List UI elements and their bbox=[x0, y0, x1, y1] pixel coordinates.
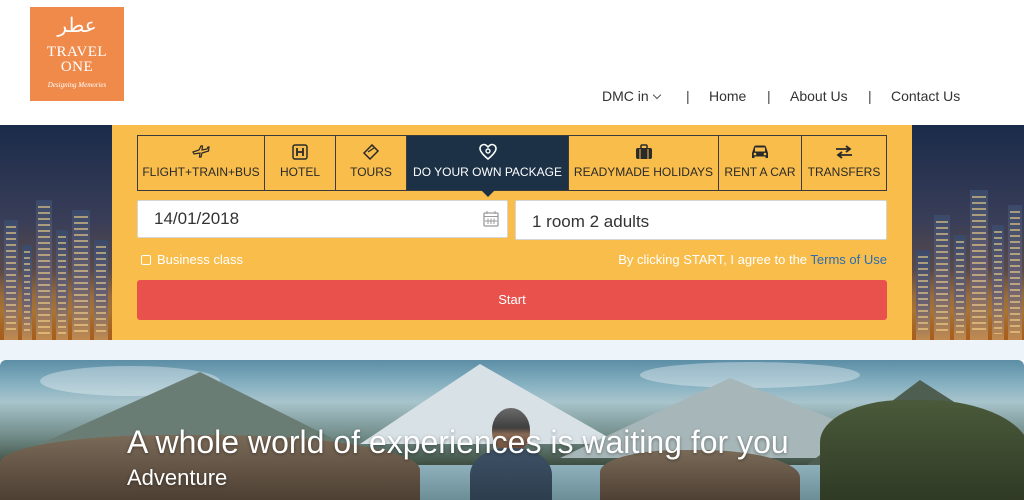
flight-train-bus-icon bbox=[192, 145, 210, 158]
skyline-building bbox=[4, 220, 18, 340]
tab-label: DO YOUR OWN PACKAGE bbox=[413, 165, 562, 179]
logo-name-line1: TRAVEL bbox=[46, 44, 108, 60]
skyline-building bbox=[22, 245, 32, 340]
skyline-building bbox=[94, 240, 108, 340]
rooms-guests-value: 1 room 2 adults bbox=[532, 212, 650, 231]
business-class-label: Business class bbox=[157, 252, 243, 267]
section-divider bbox=[0, 340, 1024, 360]
tab-label: TRANSFERS bbox=[807, 165, 881, 179]
chevron-down-icon bbox=[652, 90, 661, 100]
rooms-guests-field[interactable]: 1 room 2 adults bbox=[515, 200, 887, 240]
skyline-building bbox=[1008, 205, 1022, 340]
ticket-icon bbox=[362, 144, 380, 160]
tab-label: RENT A CAR bbox=[724, 165, 796, 179]
tab-label: TOURS bbox=[350, 165, 392, 179]
nav-item-dmc-label: DMC in bbox=[602, 88, 649, 104]
main-nav: DMC in | Home | About Us | Contact Us bbox=[0, 87, 1024, 105]
site-header: عطر TRAVEL ONE Designing Memories DMC in… bbox=[0, 0, 1024, 125]
skyline-building bbox=[954, 235, 966, 340]
feature-subtitle[interactable]: Adventure bbox=[127, 465, 227, 491]
transfer-arrows-icon bbox=[836, 145, 852, 159]
skyline-building bbox=[72, 210, 90, 340]
nav-separator: | bbox=[868, 88, 872, 104]
date-value: 14/01/2018 bbox=[154, 209, 240, 228]
city-skyline-left bbox=[0, 125, 112, 340]
skyline-building bbox=[36, 200, 52, 340]
nav-item-home[interactable]: Home bbox=[709, 87, 746, 105]
checkbox-box[interactable] bbox=[141, 255, 151, 265]
hillside bbox=[820, 400, 1024, 500]
hotel-icon bbox=[292, 144, 308, 160]
date-field[interactable]: 14/01/2018 bbox=[137, 200, 508, 238]
booking-tabs: FLIGHT+TRAIN+BUS HOTEL TOURS DO YOUR OWN… bbox=[137, 135, 887, 197]
skyline-building bbox=[934, 215, 950, 340]
nav-item-contact-us[interactable]: Contact Us bbox=[891, 87, 960, 105]
logo-name-line2: ONE bbox=[60, 59, 94, 75]
nav-item-dmc[interactable]: DMC in bbox=[602, 87, 661, 105]
logo-mark-icon: عطر bbox=[57, 13, 97, 37]
car-icon bbox=[752, 145, 768, 158]
tab-hotel[interactable]: HOTEL bbox=[265, 136, 336, 190]
city-skyline-right bbox=[912, 125, 1024, 340]
tab-do-your-own-package[interactable]: DO YOUR OWN PACKAGE bbox=[407, 136, 569, 197]
terms-text: By clicking START, I agree to the bbox=[618, 252, 808, 267]
terms-notice: By clicking START, I agree to the Terms … bbox=[618, 253, 887, 267]
skyline-building bbox=[56, 230, 68, 340]
nav-separator: | bbox=[686, 88, 690, 104]
skyline-building bbox=[992, 225, 1004, 340]
tab-transfers[interactable]: TRANSFERS bbox=[802, 136, 886, 190]
start-button[interactable]: Start bbox=[137, 280, 887, 320]
skyline-building bbox=[916, 250, 930, 340]
tab-readymade-holidays[interactable]: READYMADE HOLIDAYS bbox=[569, 136, 719, 190]
calendar-icon[interactable] bbox=[483, 210, 499, 227]
feature-title: A whole world of experiences is waiting … bbox=[127, 424, 789, 460]
terms-of-use-link[interactable]: Terms of Use bbox=[810, 252, 887, 267]
package-icon bbox=[478, 143, 497, 161]
tab-label: FLIGHT+TRAIN+BUS bbox=[142, 165, 260, 179]
suitcase-icon bbox=[635, 144, 652, 159]
tab-label: READYMADE HOLIDAYS bbox=[573, 165, 714, 179]
tab-tours[interactable]: TOURS bbox=[336, 136, 407, 190]
nav-item-about-us[interactable]: About Us bbox=[790, 87, 848, 105]
nav-separator: | bbox=[767, 88, 771, 104]
business-class-checkbox[interactable]: Business class bbox=[141, 253, 243, 267]
tab-label: HOTEL bbox=[279, 165, 320, 179]
skyline-building bbox=[970, 190, 988, 340]
tab-flight-train-bus[interactable]: FLIGHT+TRAIN+BUS bbox=[138, 136, 265, 190]
tab-rent-a-car[interactable]: RENT A CAR bbox=[719, 136, 802, 190]
